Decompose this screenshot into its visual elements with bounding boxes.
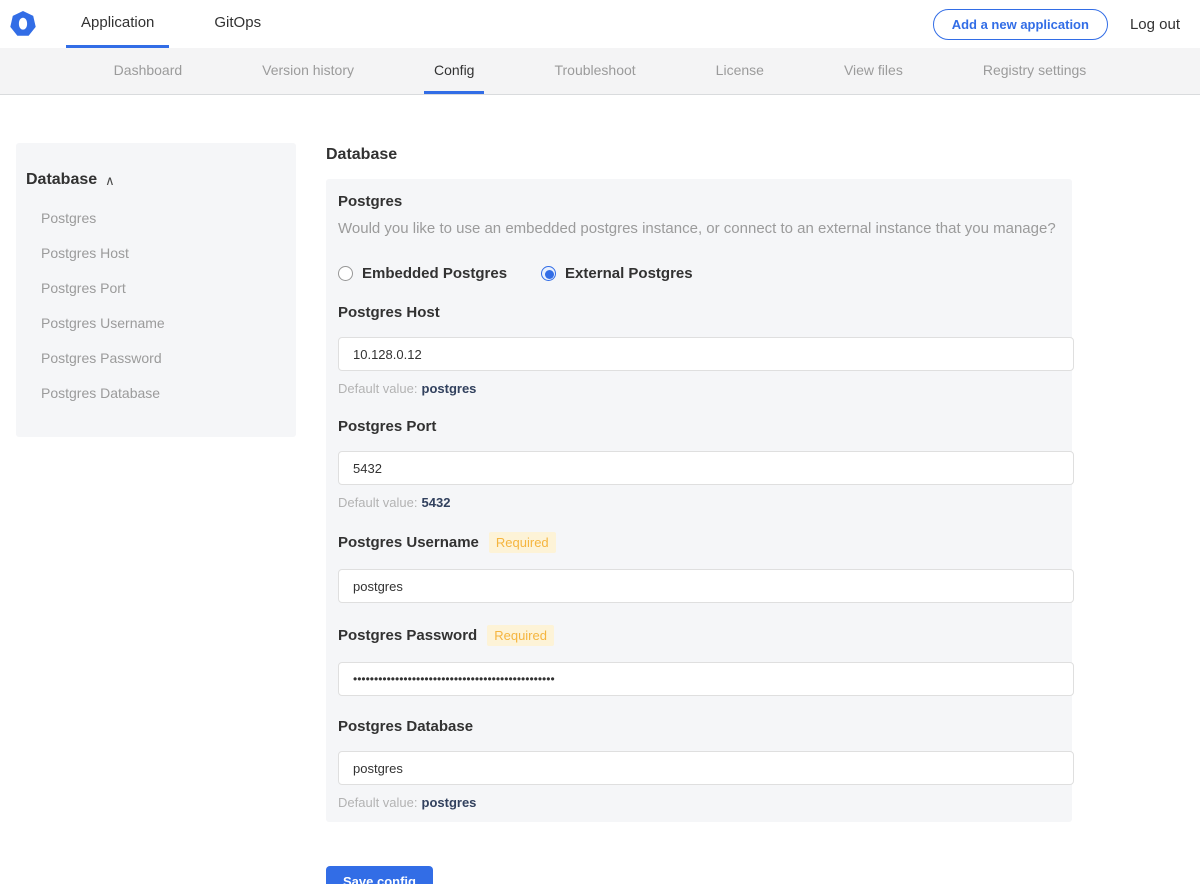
tab-view-files-label: View files xyxy=(843,61,903,78)
postgres-port-input[interactable] xyxy=(338,451,1074,485)
group-title: Postgres xyxy=(338,193,403,210)
sidebar-group-database[interactable]: Database ∧ xyxy=(26,171,286,189)
radio-embedded-postgres-label: Embedded Postgres xyxy=(362,265,508,282)
tab-dashboard[interactable]: Dashboard xyxy=(104,48,193,94)
default-prefix: Default value: xyxy=(338,381,418,396)
required-badge: Required xyxy=(487,625,554,646)
top-tabs: Application GitOps xyxy=(66,0,276,48)
default-prefix: Default value: xyxy=(338,495,418,510)
postgres-host-default: Default value: postgres xyxy=(338,381,1060,396)
tab-view-files[interactable]: View files xyxy=(834,48,913,94)
default-value: postgres xyxy=(421,381,477,396)
default-value: 5432 xyxy=(421,495,451,510)
tab-registry-settings[interactable]: Registry settings xyxy=(973,48,1096,94)
page-title: Database xyxy=(326,146,398,163)
top-navbar: Application GitOps Add a new application… xyxy=(0,0,1200,48)
sidebar-item-postgres-username[interactable]: Postgres Username xyxy=(26,306,286,341)
tab-troubleshoot[interactable]: Troubleshoot xyxy=(544,48,645,94)
save-config-button[interactable]: Save config xyxy=(326,866,433,884)
field-postgres-database: Postgres Database xyxy=(338,718,1060,735)
config-main: Database Postgres Would you like to use … xyxy=(326,146,1074,884)
radio-external-postgres[interactable]: External Postgres xyxy=(541,265,693,282)
default-prefix: Default value: xyxy=(338,795,418,810)
postgres-database-label: Postgres Database xyxy=(338,718,474,735)
tab-license-label: License xyxy=(715,61,764,78)
radio-unchecked-icon xyxy=(338,266,353,281)
field-postgres-port: Postgres Port xyxy=(338,418,1060,435)
postgres-port-default: Default value: 5432 xyxy=(338,495,1060,510)
tab-application[interactable]: Application xyxy=(66,0,170,48)
app-subnav: Dashboard Version history Config Trouble… xyxy=(0,48,1200,95)
postgres-host-label: Postgres Host xyxy=(338,304,440,321)
radio-external-postgres-label: External Postgres xyxy=(565,265,693,282)
add-new-application-button[interactable]: Add a new application xyxy=(932,8,1108,40)
app-logo xyxy=(10,0,36,48)
radio-embedded-postgres[interactable]: Embedded Postgres xyxy=(338,265,507,282)
sidebar-item-postgres-port[interactable]: Postgres Port xyxy=(26,271,286,306)
tab-license[interactable]: License xyxy=(706,48,774,94)
sidebar-item-postgres-host[interactable]: Postgres Host xyxy=(26,236,286,271)
field-postgres-username: Postgres Username Required xyxy=(338,532,1060,553)
sidebar-group-label: Database xyxy=(26,171,98,188)
chevron-up-icon: ∧ xyxy=(105,173,115,188)
postgres-type-radio-group: Embedded Postgres External Postgres xyxy=(338,265,1060,282)
kots-admin-console: Application GitOps Add a new application… xyxy=(0,0,1200,884)
postgres-database-input[interactable] xyxy=(338,751,1074,785)
postgres-password-label: Postgres Password xyxy=(338,627,478,644)
tab-gitops-label: GitOps xyxy=(214,14,262,31)
tab-application-label: Application xyxy=(81,14,155,31)
config-group-card: Postgres Would you like to use an embedd… xyxy=(326,179,1074,822)
tab-registry-settings-label: Registry settings xyxy=(982,61,1087,78)
tab-troubleshoot-label: Troubleshoot xyxy=(554,61,636,78)
topbar-right: Add a new application Log out xyxy=(932,0,1180,48)
sidebar-item-postgres-password[interactable]: Postgres Password xyxy=(26,341,286,376)
group-help-text: Would you like to use an embedded postgr… xyxy=(338,220,1056,237)
required-badge: Required xyxy=(488,532,556,553)
postgres-database-default: Default value: postgres xyxy=(338,795,1060,810)
field-postgres-password: Postgres Password Required xyxy=(338,625,1060,646)
postgres-port-label: Postgres Port xyxy=(338,418,437,435)
postgres-host-input[interactable] xyxy=(338,337,1074,371)
config-sidebar: Database ∧ Postgres Postgres Host Postgr… xyxy=(16,143,296,437)
postgres-username-input[interactable] xyxy=(338,569,1074,603)
sidebar-item-postgres[interactable]: Postgres xyxy=(26,201,286,236)
tab-version-history[interactable]: Version history xyxy=(252,48,364,94)
postgres-password-input[interactable] xyxy=(338,662,1074,696)
radio-checked-icon xyxy=(541,266,557,281)
postgres-username-label: Postgres Username xyxy=(338,534,479,551)
sidebar-item-postgres-database[interactable]: Postgres Database xyxy=(26,376,286,411)
tab-config[interactable]: Config xyxy=(424,48,485,94)
tab-version-history-label: Version history xyxy=(262,61,354,78)
app-logo-icon xyxy=(10,11,36,36)
tab-dashboard-label: Dashboard xyxy=(113,61,183,78)
tab-config-label: Config xyxy=(434,61,475,78)
sidebar-items: Postgres Postgres Host Postgres Port Pos… xyxy=(26,201,286,411)
default-value: postgres xyxy=(421,795,477,810)
field-postgres-host: Postgres Host xyxy=(338,304,1060,321)
logout-button[interactable]: Log out xyxy=(1130,16,1180,33)
tab-gitops[interactable]: GitOps xyxy=(199,0,276,48)
